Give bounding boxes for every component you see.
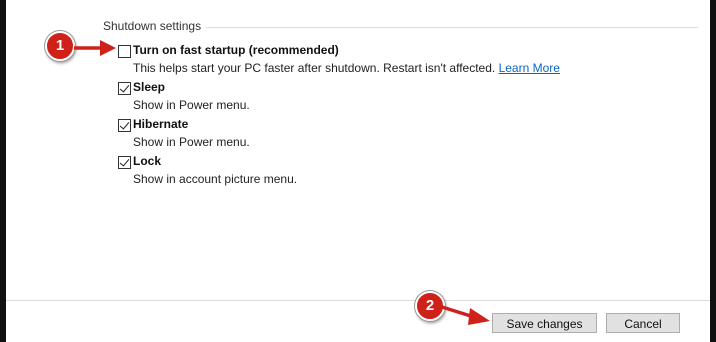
lock-label[interactable]: Lock	[133, 154, 161, 168]
footer-divider	[6, 300, 710, 301]
fast-startup-description: This helps start your PC faster after sh…	[133, 61, 560, 75]
fast-startup-checkbox[interactable]	[118, 45, 131, 58]
lock-description: Show in account picture menu.	[133, 172, 298, 186]
hibernate-checkbox[interactable]	[118, 119, 131, 132]
learn-more-link[interactable]: Learn More	[499, 61, 560, 75]
fast-startup-label[interactable]: Turn on fast startup (recommended)	[133, 43, 339, 57]
lock-checkbox[interactable]	[118, 156, 131, 169]
step-1-badge: 1	[45, 31, 75, 61]
step-1-arrow-icon	[74, 40, 116, 56]
fast-startup-description-text: This helps start your PC faster after sh…	[133, 61, 496, 75]
sleep-description: Show in Power menu.	[133, 98, 250, 112]
step-2-arrow-icon	[441, 305, 490, 325]
section-divider	[206, 27, 698, 28]
sleep-label[interactable]: Sleep	[133, 80, 165, 94]
sleep-checkbox[interactable]	[118, 82, 131, 95]
hibernate-label[interactable]: Hibernate	[133, 117, 188, 131]
save-changes-button[interactable]: Save changes	[492, 313, 597, 333]
section-title: Shutdown settings	[103, 19, 208, 33]
hibernate-description: Show in Power menu.	[133, 135, 250, 149]
cancel-button[interactable]: Cancel	[606, 313, 680, 333]
